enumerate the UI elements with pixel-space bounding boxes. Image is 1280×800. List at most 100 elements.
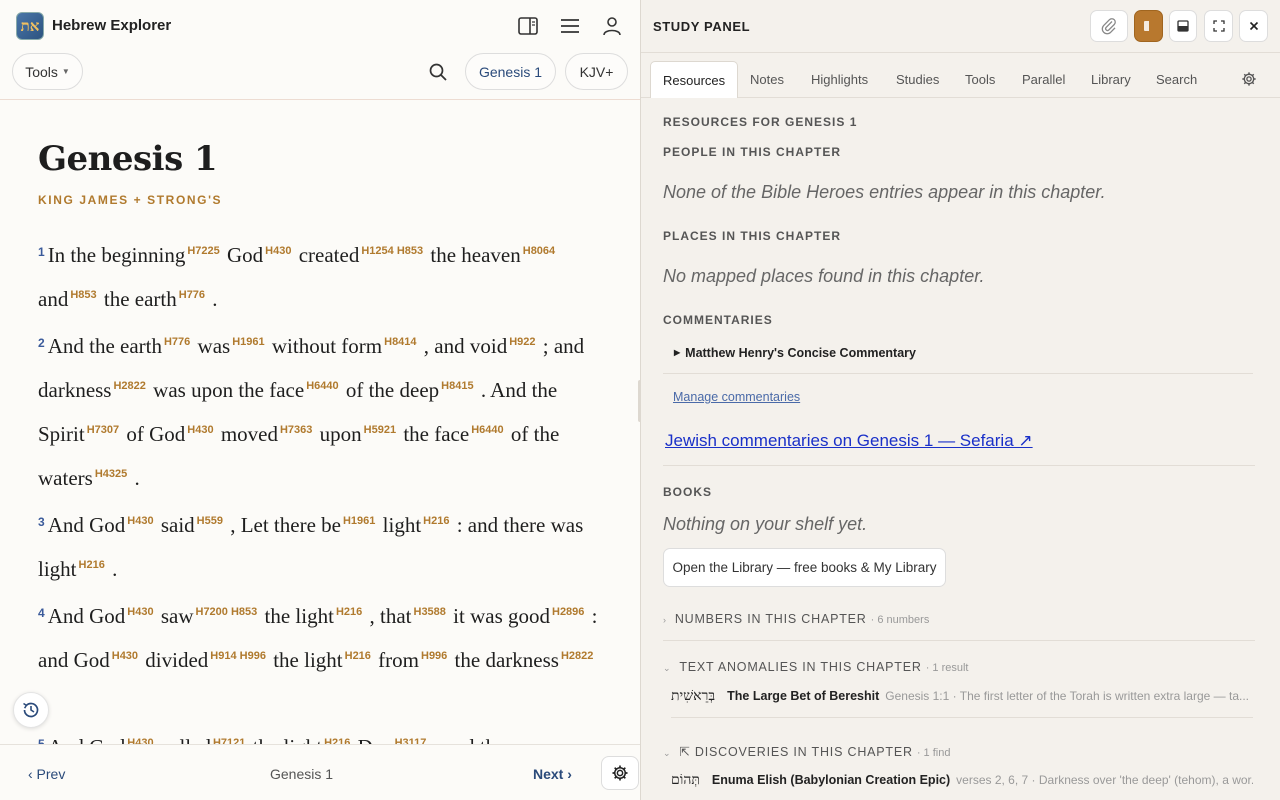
strongs-number[interactable]: H7307 [87,424,119,436]
strongs-number[interactable]: H216 [324,737,350,744]
verse-word[interactable]: of the deep [346,378,439,402]
strongs-number[interactable]: H216 [336,606,362,618]
strongs-number[interactable]: H8415 [441,380,473,392]
strongs-number[interactable]: H776 [179,289,205,301]
verse-word[interactable]: saw [161,604,194,628]
strongs-number[interactable]: H430 [127,737,153,744]
anomaly-item[interactable]: בְּרֵאשִׁית The Large Bet of Bereshit Gene… [671,688,1253,718]
strongs-number[interactable]: H430 [265,245,291,257]
verse-number[interactable]: 2 [38,336,45,350]
tab-highlights[interactable]: Highlights [811,61,868,98]
strongs-number[interactable]: H216 [345,650,371,662]
verse-word[interactable]: , Let there be [230,513,341,537]
verse-word[interactable]: divided [145,648,208,672]
strongs-number[interactable]: H3588 [414,606,446,618]
panel-toggle-icon[interactable] [516,14,540,38]
reader-settings-button[interactable] [601,756,639,790]
strongs-number[interactable]: H6440 [306,380,338,392]
prev-chapter-button[interactable]: ‹ Prev [28,766,65,782]
verse-word[interactable]: Day [358,735,393,744]
verse-word[interactable]: . [134,466,139,490]
strongs-number[interactable]: H3117 [395,737,427,744]
strongs-number[interactable]: H7121 [213,737,245,744]
verse-number[interactable]: 3 [38,515,45,529]
strongs-number[interactable]: H6440 [471,424,503,436]
dock-bottom-button[interactable] [1169,10,1197,42]
verse-word[interactable]: the earth [104,287,177,311]
verse-word[interactable]: . [112,557,117,581]
strongs-number[interactable]: H5921 [364,424,396,436]
verse-word[interactable]: of God [126,422,185,446]
strongs-number[interactable]: H2822 [113,380,145,392]
verse-word[interactable]: the light [265,604,334,628]
version-selector[interactable]: KJV+ [565,53,628,90]
numbers-section-toggle[interactable]: › NUMBERS IN THIS CHAPTER · 6 numbers [663,612,929,626]
strongs-number[interactable]: H8064 [523,245,555,257]
dock-side-button[interactable] [1134,10,1163,42]
verse-word[interactable]: , and void [424,334,507,358]
manage-commentaries-link[interactable]: Manage commentaries [673,390,800,404]
strongs-number[interactable]: H853 [70,289,96,301]
verse-word[interactable]: moved [221,422,278,446]
strongs-number[interactable]: H4325 [95,468,127,480]
strongs-number[interactable]: H7200 H853 [196,606,258,618]
verse-word[interactable]: And God [48,513,126,537]
open-library-button[interactable]: Open the Library — free books & My Libra… [663,548,946,587]
strongs-number[interactable]: H559 [197,515,223,527]
verse-word[interactable]: called [161,735,211,744]
tab-library[interactable]: Library [1091,61,1131,98]
tab-resources[interactable]: Resources [650,61,739,98]
verse-word[interactable]: from [378,648,419,672]
tab-tools[interactable]: Tools [965,61,995,98]
strongs-number[interactable]: H1254 H853 [361,245,423,257]
verse-word[interactable]: And the earth [48,334,162,358]
strongs-number[interactable]: H922 [509,336,535,348]
strongs-number[interactable]: H2822 [561,650,593,662]
discoveries-section-toggle[interactable]: ⌄ ⇱ DISCOVERIES IN THIS CHAPTER · 1 find [663,744,950,759]
close-panel-button[interactable] [1239,10,1268,42]
strongs-number[interactable]: H776 [164,336,190,348]
sefaria-link[interactable]: Jewish commentaries on Genesis 1 — Sefar… [665,431,1033,451]
tab-search[interactable]: Search [1156,61,1197,98]
anomalies-section-toggle[interactable]: ⌄ TEXT ANOMALIES IN THIS CHAPTER · 1 resul… [663,660,968,674]
strongs-number[interactable]: H2896 [552,606,584,618]
verse-word[interactable]: the face [403,422,469,446]
verse-word[interactable]: created [299,243,360,267]
strongs-number[interactable]: H996 [421,650,447,662]
next-chapter-button[interactable]: Next › [533,766,572,782]
strongs-number[interactable]: H1961 [343,515,375,527]
strongs-number[interactable]: H430 [112,650,138,662]
verse-word[interactable]: In the beginning [48,243,186,267]
menu-icon[interactable] [558,14,582,38]
account-icon[interactable] [600,14,624,38]
verse-number[interactable]: 5 [38,737,45,744]
verse-word[interactable]: without form [272,334,382,358]
strongs-number[interactable]: H430 [127,606,153,618]
discovery-item[interactable]: תְּהוֹם Enuma Elish (Babylonian Creation … [671,772,1253,800]
tab-parallel[interactable]: Parallel [1022,61,1065,98]
strongs-number[interactable]: H914 H996 [210,650,266,662]
app-logo[interactable]: את [16,12,44,40]
verse-word[interactable]: it was good [453,604,550,628]
verse-word[interactable]: upon [320,422,362,446]
tab-studies[interactable]: Studies [896,61,939,98]
verse-word[interactable]: light [383,513,422,537]
verse-word[interactable]: said [161,513,195,537]
panel-settings-icon[interactable] [1241,71,1257,87]
verse-word[interactable]: the darkness [455,648,559,672]
tools-dropdown[interactable]: Tools ▼ [12,53,83,90]
verse-word[interactable]: the heaven [430,243,520,267]
verse-number[interactable]: 4 [38,606,45,620]
strongs-number[interactable]: H430 [127,515,153,527]
verse-word[interactable]: and [38,287,68,311]
strongs-number[interactable]: H8414 [384,336,416,348]
verse-word[interactable]: the light [273,648,342,672]
history-button[interactable] [13,692,49,728]
verse-word[interactable]: , that [370,604,412,628]
verse-word[interactable]: was [198,334,231,358]
strongs-number[interactable]: H1961 [232,336,264,348]
verse-word[interactable]: And God [48,604,126,628]
verse-word[interactable]: God [227,243,263,267]
verse-word[interactable]: . [212,287,217,311]
strongs-number[interactable]: H216 [79,559,105,571]
